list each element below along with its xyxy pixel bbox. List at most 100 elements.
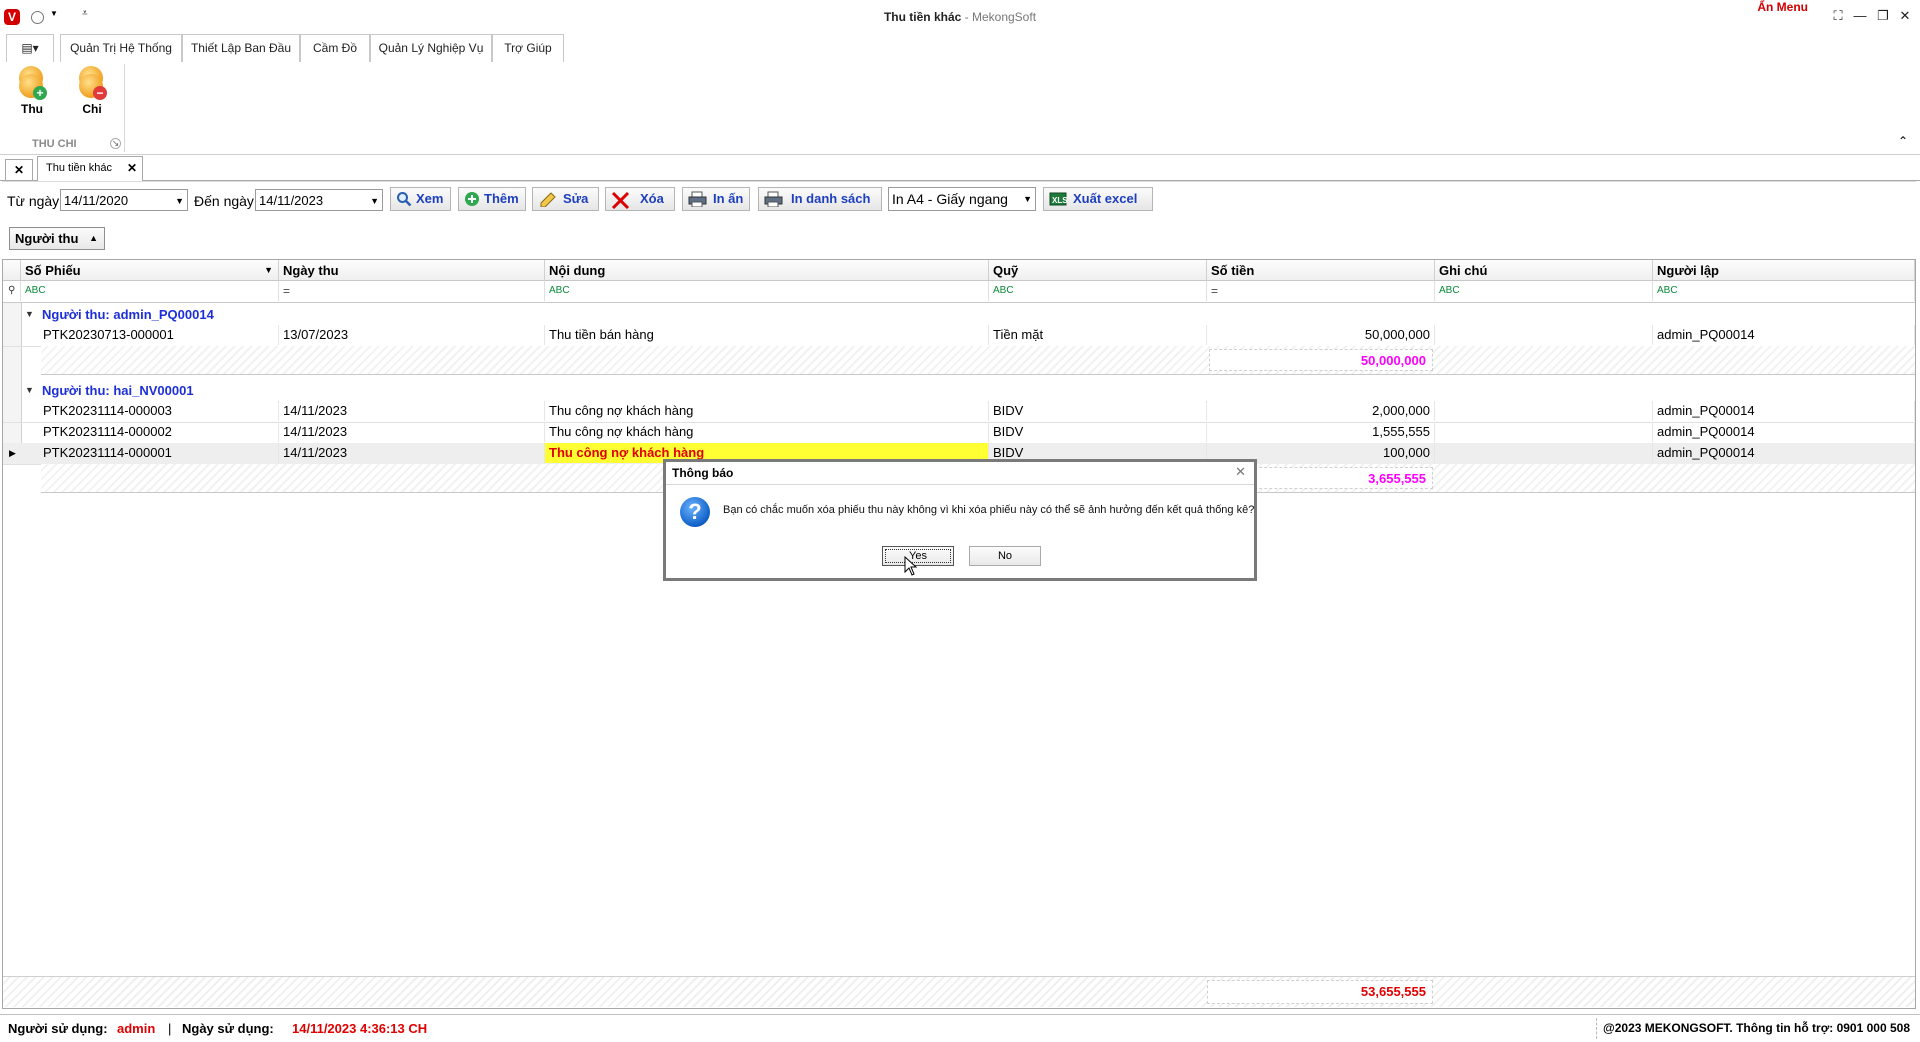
cell-ghi-chu	[1435, 325, 1653, 345]
view-button[interactable]: Xem	[390, 187, 451, 211]
minimize-icon[interactable]: —	[1851, 8, 1869, 24]
col-header-quy[interactable]: Quỹ	[989, 260, 1207, 281]
paper-size-value: In A4 - Giấy ngang	[892, 191, 1008, 207]
print-list-button[interactable]: In danh sách	[758, 187, 882, 211]
filter-cell-quy[interactable]: ABC	[989, 281, 1207, 301]
col-header-noi-dung[interactable]: Nội dung	[545, 260, 989, 281]
restore-icon[interactable]: ❐	[1874, 8, 1892, 24]
delete-x-icon	[611, 191, 630, 210]
group-label: Người thu: admin_PQ00014	[42, 307, 214, 322]
mouse-cursor-icon	[904, 555, 918, 579]
pencil-icon	[539, 191, 556, 208]
collapse-group-icon[interactable]: ▼	[25, 380, 34, 401]
table-row[interactable]: PTK20231114-000003 14/11/2023 Thu công n…	[3, 401, 1915, 423]
chevron-down-icon[interactable]: ▼	[1023, 188, 1032, 210]
content-border	[2, 181, 1916, 182]
ribbon-group-label: THU CHI	[32, 138, 77, 150]
filter-row: ⚲ ABC = ABC ABC = ABC ABC	[3, 281, 1915, 303]
cell-ghi-chu	[1435, 422, 1653, 442]
group-summary-row: 50,000,000	[41, 346, 1915, 375]
coin-remove-icon: −	[77, 66, 107, 100]
chevron-down-icon[interactable]: ▼	[370, 190, 379, 212]
chevron-down-icon[interactable]: ▼	[175, 190, 184, 212]
tab-cam-do[interactable]: Cầm Đồ	[300, 34, 370, 62]
close-window-icon[interactable]: ✕	[1896, 8, 1914, 24]
plus-circle-icon	[464, 191, 480, 207]
status-separator: |	[168, 1021, 172, 1036]
cell-noi-dung: Thu công nợ khách hàng	[545, 422, 989, 442]
dialog-title: Thông báo	[672, 466, 734, 480]
edit-button[interactable]: Sửa	[532, 187, 599, 211]
filter-cell-ghi-chu[interactable]: ABC	[1435, 281, 1653, 301]
title-bar: V ▼ ⩡ Thu tiền khác - MekongSoft Ẩn Menu…	[0, 0, 1920, 34]
no-button[interactable]: No	[969, 546, 1041, 566]
ribbon-group-separator	[124, 64, 125, 152]
tab-quan-ly-nghiep-vu[interactable]: Quản Lý Nghiệp Vụ	[370, 34, 492, 64]
filter-cell-so-phieu[interactable]: ABC	[21, 281, 279, 301]
close-all-tabs-icon[interactable]: ✕	[5, 159, 33, 180]
tab-quan-tri-he-thong[interactable]: Quản Trị Hệ Thống	[60, 34, 182, 62]
table-row[interactable]: PTK20230713-000001 13/07/2023 Thu tiền b…	[3, 325, 1915, 347]
hide-menu-link[interactable]: Ẩn Menu	[1757, 0, 1808, 14]
paper-size-select[interactable]: In A4 - Giấy ngang ▼	[888, 187, 1036, 211]
group-row[interactable]: ▼ Người thu: hai_NV00001	[3, 380, 1915, 401]
group-expand-icon[interactable]: ↘	[110, 138, 121, 149]
filter-cell-nguoi-lap[interactable]: ABC	[1653, 281, 1915, 301]
print-button[interactable]: In ấn	[682, 187, 750, 211]
col-header-label: Số Phiếu	[25, 263, 81, 278]
thu-button[interactable]: + Thu	[6, 66, 58, 116]
tab-thu-tien-khac[interactable]: Thu tiền khác ✕	[37, 156, 143, 182]
close-icon[interactable]: ✕	[1235, 464, 1246, 480]
cell-ngay-thu: 13/07/2023	[279, 325, 545, 345]
col-header-nguoi-lap[interactable]: Người lập	[1653, 260, 1915, 281]
cell-ghi-chu	[1435, 443, 1653, 463]
cell-nguoi-lap: admin_PQ00014	[1653, 325, 1915, 345]
svg-text:XLS: XLS	[1052, 196, 1067, 205]
export-excel-button[interactable]: XLS Xuất excel	[1043, 187, 1153, 211]
table-row[interactable]: PTK20231114-000002 14/11/2023 Thu công n…	[3, 422, 1915, 444]
chi-button[interactable]: − Chi	[66, 66, 118, 116]
col-header-ngay-thu[interactable]: Ngày thu	[279, 260, 545, 281]
filter-cell-so-tien[interactable]: =	[1207, 281, 1435, 301]
col-header-ghi-chu[interactable]: Ghi chú	[1435, 260, 1653, 281]
from-date-field[interactable]: 14/11/2020 ▼	[60, 189, 188, 211]
cell-noi-dung: Thu công nợ khách hàng	[545, 401, 989, 421]
col-header-so-tien[interactable]: Số tiền	[1207, 260, 1435, 281]
sort-up-icon[interactable]: ▲	[89, 228, 98, 249]
cell-so-phieu: PTK20231114-000002	[39, 422, 279, 442]
filter-cell-ngay-thu[interactable]: =	[279, 281, 545, 301]
group-label: Người thu: hai_NV00001	[42, 383, 194, 398]
collapse-ribbon-icon[interactable]: ⌃	[1898, 134, 1908, 148]
delete-button[interactable]: Xóa	[605, 187, 675, 211]
yes-button[interactable]: Yes	[882, 546, 954, 566]
dialog-body: ? Bạn có chắc muốn xóa phiếu thu này khô…	[666, 484, 1254, 579]
collapse-group-icon[interactable]: ▼	[25, 304, 34, 325]
cell-nguoi-lap: admin_PQ00014	[1653, 422, 1915, 442]
group-row[interactable]: ▼ Người thu: admin_PQ00014	[3, 304, 1915, 325]
tab-thiet-lap-ban-dau[interactable]: Thiết Lập Ban Đầu	[182, 34, 300, 62]
user-value: admin	[117, 1021, 156, 1036]
group-by-chip[interactable]: Người thu ▲	[9, 227, 105, 250]
search-icon	[396, 191, 412, 207]
tab-tro-giup[interactable]: Trợ Giúp	[492, 34, 564, 62]
edit-label: Sửa	[563, 191, 589, 206]
print-list-label: In danh sách	[791, 191, 871, 206]
view-label: Xem	[416, 191, 444, 206]
col-header-so-phieu[interactable]: Số Phiếu ▼	[21, 260, 279, 281]
group-total: 50,000,000	[1209, 349, 1433, 371]
filter-dropdown-icon[interactable]: ▼	[264, 260, 273, 281]
thu-label: Thu	[21, 102, 43, 116]
cell-so-phieu: PTK20231114-000001	[39, 443, 279, 463]
add-button[interactable]: Thêm	[458, 187, 526, 211]
print-label: In ấn	[713, 191, 744, 206]
group-by-label: Người thu	[15, 231, 79, 246]
cell-noi-dung: Thu tiền bán hàng	[545, 325, 989, 345]
close-tab-icon[interactable]: ✕	[127, 161, 137, 175]
to-date-field[interactable]: 14/11/2023 ▼	[255, 189, 383, 211]
cell-so-tien: 2,000,000	[1207, 401, 1435, 421]
delete-label: Xóa	[640, 191, 664, 206]
fullscreen-icon[interactable]: ⛶	[1829, 8, 1847, 24]
excel-icon: XLS	[1049, 191, 1068, 207]
app-menu-button[interactable]: ▤▾	[6, 34, 54, 62]
filter-cell-noi-dung[interactable]: ABC	[545, 281, 989, 301]
